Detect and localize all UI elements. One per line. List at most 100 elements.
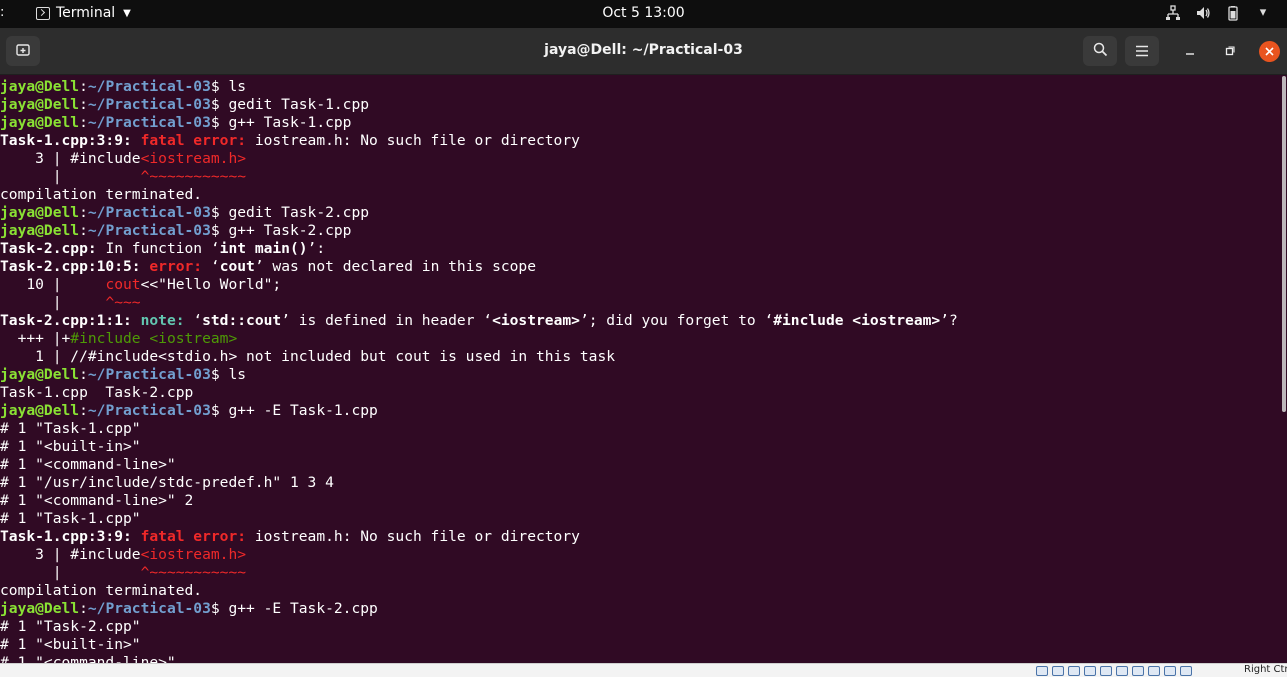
terminal-line: # 1 "Task-1.cpp" xyxy=(0,510,141,528)
error-label: error: xyxy=(149,258,211,275)
terminal-text: # 1 "<built-in>" xyxy=(0,438,141,455)
bold-text: Task-2.cpp:10:5: xyxy=(0,258,150,275)
close-icon xyxy=(1265,45,1274,59)
error-label: fatal error: xyxy=(140,132,255,149)
terminal-text: : xyxy=(79,204,88,221)
window-title: jaya@Dell: ~/Practical-03 xyxy=(544,42,743,58)
terminal-text: # 1 "Task-1.cpp" xyxy=(0,510,141,527)
terminal-line: # 1 "<built-in>" xyxy=(0,438,141,456)
prompt-path: ~/Practical-03 xyxy=(87,78,211,95)
terminal-text: # 1 "<command-line>" 2 xyxy=(0,492,194,509)
terminal-text: ‘ xyxy=(210,258,220,275)
battery-icon[interactable] xyxy=(1225,5,1241,21)
bold-text: cout xyxy=(219,258,255,275)
mouse-integration-icon[interactable] xyxy=(1164,666,1176,676)
scrollbar-thumb[interactable] xyxy=(1282,76,1286,412)
network-icon[interactable] xyxy=(1165,5,1181,21)
terminal-line: 10 | cout<<"Hello World"; xyxy=(0,276,281,294)
terminal-text: In function ‘ xyxy=(96,240,220,257)
clock-container: Oct 5 13:00 xyxy=(0,5,1287,21)
display-icon[interactable] xyxy=(1132,666,1144,676)
clock[interactable]: Oct 5 13:00 xyxy=(602,5,684,21)
system-tray[interactable]: ▾ xyxy=(1165,5,1271,21)
optical-drive-icon[interactable] xyxy=(1052,666,1064,676)
terminal-line: jaya@Dell:~/Practical-03$ g++ -E Task-1.… xyxy=(0,402,378,420)
terminal-text: 1 | //#include<stdio.h> not included but… xyxy=(0,348,616,365)
host-device-icons xyxy=(1036,666,1192,676)
system-menu-chevron-icon[interactable]: ▾ xyxy=(1255,5,1271,21)
terminal-line: | ^~~~~~~~~~~~ xyxy=(0,564,246,582)
error-highlight: cout xyxy=(105,276,141,293)
terminal-line: | ^~~~~~~~~~~~ xyxy=(0,168,246,186)
audio-icon[interactable] xyxy=(1068,666,1080,676)
terminal-text: | xyxy=(0,294,106,311)
prompt-path: ~/Practical-03 xyxy=(87,366,211,383)
terminal-line: Task-2.cpp:10:5: error: ‘cout’ was not d… xyxy=(0,258,536,276)
terminal-text: $ g++ Task-1.cpp xyxy=(210,114,352,131)
prompt-user: jaya@Dell xyxy=(0,402,80,419)
terminal-line: jaya@Dell:~/Practical-03$ gedit Task-1.c… xyxy=(0,96,369,114)
terminal-output[interactable]: jaya@Dell:~/Practical-03$ ls jaya@Dell:~/… xyxy=(0,75,1281,663)
search-button[interactable] xyxy=(1083,36,1117,66)
minimize-button[interactable] xyxy=(1180,42,1200,62)
terminal-text: iostream.h: No such file or directory xyxy=(254,132,580,149)
terminal-line: 1 | //#include<stdio.h> not included but… xyxy=(0,348,615,366)
prompt-user: jaya@Dell xyxy=(0,96,80,113)
host-status-strip: Right Ctrl xyxy=(0,663,1287,677)
terminal-text: ’; did you forget to ‘ xyxy=(579,312,774,329)
close-button[interactable] xyxy=(1259,41,1280,62)
terminal-line: Task-2.cpp:1:1: note: ‘std::cout’ is def… xyxy=(0,312,958,330)
terminal-text: $ g++ -E Task-1.cpp xyxy=(210,402,378,419)
terminal-text: <<"Hello World"; xyxy=(140,276,282,293)
terminal-line: | ^~~~ xyxy=(0,294,141,312)
bold-text: int main() xyxy=(219,240,308,257)
terminal-line: jaya@Dell:~/Practical-03$ g++ -E Task-2.… xyxy=(0,600,378,618)
terminal-text: $ g++ Task-2.cpp xyxy=(210,222,352,239)
harddisk-icon[interactable] xyxy=(1036,666,1048,676)
shared-folder-icon[interactable] xyxy=(1116,666,1128,676)
bold-text: Task-2.cpp: xyxy=(0,240,97,257)
terminal-text: ‘ xyxy=(193,312,203,329)
terminal-line: compilation terminated. xyxy=(0,186,202,204)
terminal-line: jaya@Dell:~/Practical-03$ g++ Task-1.cpp xyxy=(0,114,351,132)
terminal-text: : xyxy=(79,366,88,383)
terminal-text: : xyxy=(79,78,88,95)
keyboard-capture-icon[interactable] xyxy=(1180,666,1192,676)
recording-icon[interactable] xyxy=(1148,666,1160,676)
terminal-line: # 1 "/usr/include/stdc-predef.h" 1 3 4 xyxy=(0,474,334,492)
terminal-line: Task-2.cpp: In function ‘int main()’: xyxy=(0,240,325,258)
terminal-line: jaya@Dell:~/Practical-03$ ls xyxy=(0,366,246,384)
usb-icon[interactable] xyxy=(1100,666,1112,676)
maximize-button[interactable] xyxy=(1220,42,1240,62)
prompt-path: ~/Practical-03 xyxy=(87,96,211,113)
terminal-text: ’ was not declared in this scope xyxy=(254,258,537,275)
terminal-line: jaya@Dell:~/Practical-03$ gedit Task-2.c… xyxy=(0,204,369,222)
bold-text: #include <iostream> xyxy=(773,312,941,329)
terminal-line: # 1 "<command-line>" xyxy=(0,456,176,474)
error-highlight: ^~~~ xyxy=(105,294,141,311)
top-bar: : Terminal ▼ Oct 5 13:00 ▾ xyxy=(0,0,1287,28)
terminal-line: 3 | #include<iostream.h> xyxy=(0,150,246,168)
terminal-text: # 1 "<command-line>" xyxy=(0,456,176,473)
terminal-text: iostream.h: No such file or directory xyxy=(254,528,580,545)
terminal-text: ’ is defined in header ‘ xyxy=(281,312,493,329)
prompt-path: ~/Practical-03 xyxy=(87,402,211,419)
terminal-text: Task-1.cpp Task-2.cpp xyxy=(0,384,194,401)
volume-icon[interactable] xyxy=(1195,5,1211,21)
error-highlight: ^~~~~~~~~~~~ xyxy=(140,168,247,185)
terminal-text: : xyxy=(79,96,88,113)
terminal-headerbar: jaya@Dell: ~/Practical-03 xyxy=(0,28,1287,75)
terminal-text: $ ls xyxy=(210,78,247,95)
host-key-label: Right Ctrl xyxy=(1244,664,1287,675)
terminal-text: | xyxy=(0,564,141,581)
hamburger-menu-icon xyxy=(1135,42,1149,61)
terminal-line: Task-1.cpp:3:9: fatal error: iostream.h:… xyxy=(0,528,580,546)
terminal-text: 3 | #include xyxy=(0,546,141,563)
error-highlight: <iostream.h> xyxy=(140,546,247,563)
error-highlight: <iostream.h> xyxy=(140,150,247,167)
prompt-user: jaya@Dell xyxy=(0,78,80,95)
prompt-user: jaya@Dell xyxy=(0,114,80,131)
main-menu-button[interactable] xyxy=(1125,36,1159,66)
terminal-text: compilation terminated. xyxy=(0,582,203,599)
network-adapter-icon[interactable] xyxy=(1084,666,1096,676)
